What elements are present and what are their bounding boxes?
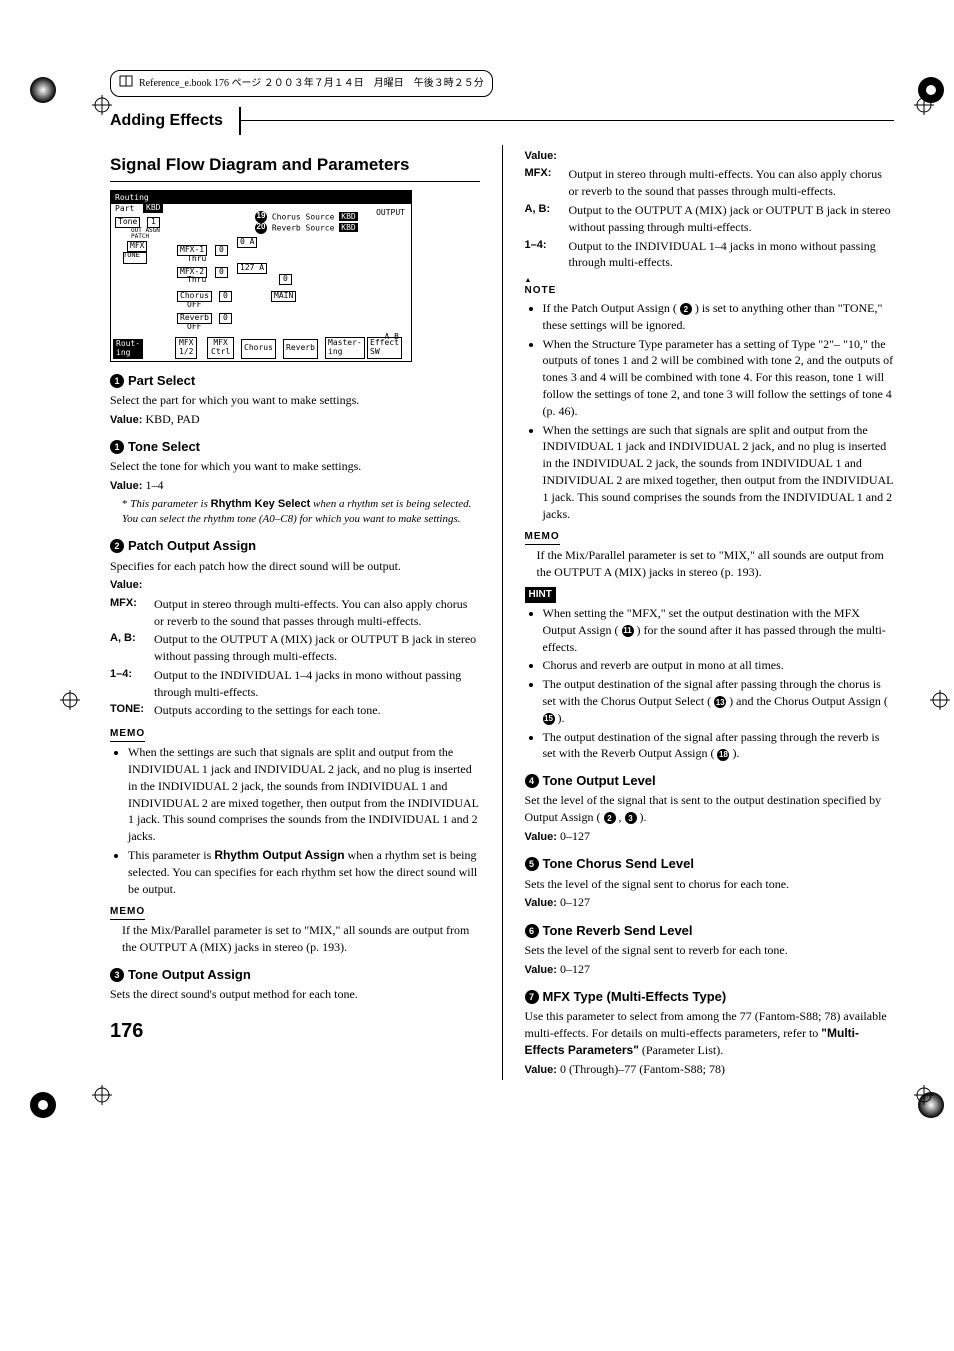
patch-output-mfx: MFX:Output in stereo through multi-effec… — [110, 596, 480, 630]
memo-label: MEMO — [110, 727, 145, 742]
tone-output-level-value: Value: 0–127 — [525, 828, 895, 845]
crop-mark-icon — [914, 95, 934, 120]
tone-reverb-body: Sets the level of the signal sent to rev… — [525, 942, 895, 959]
tone-select-value: Value: 1–4 — [110, 477, 480, 494]
part-select-heading: 1Part Select — [110, 372, 480, 390]
diagram-master-btn: Master- ing — [325, 337, 365, 359]
memo-label: MEMO — [525, 530, 560, 545]
memo-label: MEMO — [110, 905, 145, 920]
book-header-text: Reference_e.book 176 ページ ２００３年７月１４日 月曜日 … — [139, 77, 484, 91]
patch-output-heading: 2Patch Output Assign — [110, 537, 480, 555]
note-item: When the Structure Type parameter has a … — [543, 336, 895, 420]
diagram-val127: 127 A — [237, 263, 267, 274]
crop-mark-icon — [60, 690, 80, 715]
value-label: Value: — [525, 150, 557, 162]
patch-output-14: 1–4:Output to the INDIVIDUAL 1–4 jacks i… — [110, 667, 480, 701]
diagram-tone-label: Tone — [115, 217, 140, 228]
diagram-title: Routing — [111, 191, 411, 204]
tone-reverb-value: Value: 0–127 — [525, 961, 895, 978]
memo-item: When the settings are such that signals … — [128, 744, 480, 845]
value-label: Value: — [110, 579, 142, 591]
patch-output-tone: TONE:Outputs according to the settings f… — [110, 702, 480, 719]
diagram-reverb-src: 20 Reverb Source KBD — [255, 222, 358, 234]
crop-mark-icon — [914, 1085, 934, 1110]
tone-output-assign-heading: 3Tone Output Assign — [110, 966, 480, 984]
diagram-main: MAIN — [271, 291, 296, 302]
registration-mark-tl — [28, 75, 58, 105]
hint-item: The output destination of the signal aft… — [543, 729, 895, 763]
patch-output-ab: A, B:Output to the OUTPUT A (MIX) jack o… — [110, 631, 480, 665]
book-icon — [119, 75, 133, 92]
memo-text: If the Mix/Parallel parameter is set to … — [122, 922, 480, 956]
value-ab: A, B:Output to the OUTPUT A (MIX) jack o… — [525, 202, 895, 236]
diagram-val0b: 0 A — [237, 237, 257, 248]
value-14: 1–4:Output to the INDIVIDUAL 1–4 jacks i… — [525, 238, 895, 272]
diagram-reverb-btn: Reverb — [283, 339, 318, 359]
tone-chorus-heading: 5Tone Chorus Send Level — [525, 855, 895, 873]
memo-item: This parameter is Rhythm Output Assign w… — [128, 847, 480, 897]
diagram-thru: Thru — [187, 255, 206, 264]
tone-chorus-body: Sets the level of the signal sent to cho… — [525, 876, 895, 893]
column-separator — [502, 145, 503, 1080]
note-label: NOTE — [525, 279, 557, 298]
tone-output-level-heading: 4Tone Output Level — [525, 772, 895, 790]
tone-output-level-body: Set the level of the signal that is sent… — [525, 792, 895, 826]
tone-reverb-heading: 6Tone Reverb Send Level — [525, 922, 895, 940]
memo-text: If the Mix/Parallel parameter is set to … — [537, 547, 895, 581]
note-item: When the settings are such that signals … — [543, 422, 895, 523]
hint-item: When setting the "MFX," set the output d… — [543, 605, 895, 655]
tone-select-body: Select the tone for which you want to ma… — [110, 458, 480, 475]
diagram-thru2: Thru — [187, 276, 206, 285]
part-select-value: Value: KBD, PAD — [110, 411, 480, 428]
diagram-outasgn: OUT ASGN PATCH — [131, 228, 160, 241]
tone-chorus-value: Value: 0–127 — [525, 894, 895, 911]
diagram-val0c: 0 — [215, 267, 228, 278]
diagram-chorus-btn: Chorus — [241, 339, 276, 359]
mfx-type-body: Use this parameter to select from among … — [525, 1008, 895, 1058]
value-mfx: MFX:Output in stereo through multi-effec… — [525, 166, 895, 200]
hint-item: The output destination of the signal aft… — [543, 676, 895, 726]
hint-label: HINT — [525, 587, 556, 603]
patch-output-body: Specifies for each patch how the direct … — [110, 558, 480, 575]
mfx-type-heading: 7MFX Type (Multi-Effects Type) — [525, 988, 895, 1006]
main-heading: Signal Flow Diagram and Parameters — [110, 153, 480, 182]
diagram-routing-btn: Rout- ing — [113, 339, 143, 359]
diagram-output: OUTPUT — [376, 209, 405, 218]
registration-mark-bl — [28, 1090, 58, 1120]
crop-mark-icon — [92, 95, 112, 120]
diagram-val-1: 1 — [147, 217, 160, 228]
diagram-val0a: 0 — [215, 245, 228, 256]
hint-item: Chorus and reverb are output in mono at … — [543, 657, 895, 674]
diagram-part-label: Part — [115, 205, 134, 214]
diagram-kbd: KBD — [143, 204, 163, 213]
crop-mark-icon — [930, 690, 950, 715]
routing-diagram: Routing Part KBD Tone 1 OUT ASGN PATCH M… — [110, 190, 412, 362]
diagram-mfxctrl-btn: MFX Ctrl — [207, 337, 234, 359]
diagram-mfx: MFX — [127, 241, 147, 252]
diagram-val0d: 0 — [279, 274, 292, 285]
part-select-body: Select the part for which you want to ma… — [110, 392, 480, 409]
note-item: If the Patch Output Assign ( 2 ) is set … — [543, 300, 895, 334]
section-title: Adding Effects — [110, 110, 235, 132]
diagram-mfx12-btn: MFX 1/2 — [175, 337, 197, 359]
crop-mark-icon — [92, 1085, 112, 1110]
diagram-val0f: 0 — [219, 313, 232, 324]
tone-select-heading: 1Tone Select — [110, 438, 480, 456]
book-header: Reference_e.book 176 ページ ２００３年７月１４日 月曜日 … — [110, 70, 493, 97]
mfx-type-value: Value: 0 (Through)–77 (Fantom-S88; 78) — [525, 1061, 895, 1078]
section-bar: Adding Effects — [110, 107, 894, 135]
diagram-val0e: 0 — [219, 291, 232, 302]
page-number: 176 — [110, 1017, 480, 1045]
tone-select-note: This parameter is Rhythm Key Select when… — [122, 497, 480, 528]
tone-output-assign-body: Sets the direct sound's output method fo… — [110, 986, 480, 1003]
